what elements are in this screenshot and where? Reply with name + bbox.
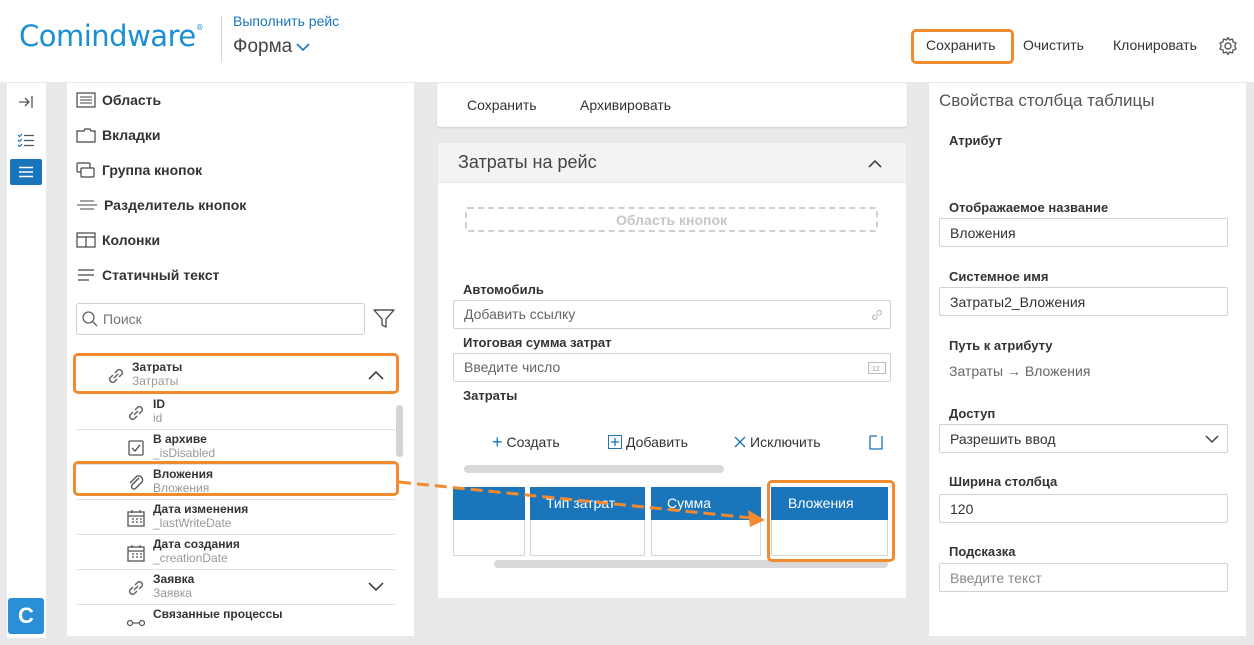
- tree-row[interactable]: ID id: [77, 395, 395, 430]
- svg-text:12: 12: [872, 366, 880, 373]
- checklist-icon[interactable]: [10, 127, 42, 153]
- toolbox-item-separator[interactable]: Разделитель кнопок: [76, 197, 246, 213]
- filter-icon[interactable]: [372, 306, 396, 330]
- form-title: Форма: [233, 36, 293, 57]
- collapse-icon[interactable]: [10, 89, 42, 115]
- number-icon: 12: [868, 362, 886, 374]
- chevron-down-icon: [1205, 435, 1219, 444]
- checkbox-icon: [128, 440, 144, 456]
- chevron-down-icon: [296, 43, 310, 52]
- columns-icon: [76, 232, 96, 248]
- tabs-icon: [76, 128, 96, 143]
- toolbar-scrollbar[interactable]: [464, 465, 724, 473]
- gear-icon[interactable]: [1218, 36, 1238, 56]
- tree-row[interactable]: Заявка Заявка: [77, 570, 395, 605]
- table-column-expense-type[interactable]: Тип затрат: [530, 487, 645, 520]
- attribute-path-label: Путь к атрибуту: [949, 338, 1053, 353]
- section-header[interactable]: Затраты на рейс: [438, 143, 906, 183]
- toolbox-item-tabs[interactable]: Вкладки: [76, 127, 160, 143]
- search-input[interactable]: [103, 311, 353, 327]
- exclude-button[interactable]: Исключить: [734, 434, 821, 450]
- comindware-logo[interactable]: Comindware®: [19, 19, 204, 53]
- tree-row[interactable]: Связанные процессы: [77, 605, 395, 635]
- table-column-amount[interactable]: Сумма: [651, 487, 761, 520]
- toolbox-item-columns[interactable]: Колонки: [76, 232, 160, 248]
- area-icon: [76, 92, 96, 108]
- highlight-attachments-row: [73, 461, 399, 496]
- edit-icon[interactable]: [869, 434, 883, 450]
- column-width-label: Ширина столбца: [949, 474, 1058, 489]
- table-cell: [530, 520, 645, 556]
- text-icon: [78, 269, 94, 281]
- search-icon: [82, 311, 98, 327]
- form-save-button[interactable]: Сохранить: [467, 97, 537, 113]
- header-clear-button[interactable]: Очистить: [1023, 37, 1084, 53]
- search-input-wrapper[interactable]: [76, 303, 365, 335]
- tree-scrollbar[interactable]: [396, 405, 403, 457]
- form-archive-button[interactable]: Архивировать: [580, 97, 671, 113]
- hint-field[interactable]: Введите текст: [939, 563, 1228, 592]
- calendar-icon: [127, 510, 145, 527]
- column-width-field[interactable]: 120: [939, 494, 1228, 523]
- link-icon: [128, 580, 144, 596]
- left-rail: C: [7, 83, 46, 638]
- toolbox-item-button-group[interactable]: Группа кнопок: [76, 162, 202, 178]
- highlight-save: [911, 29, 1014, 64]
- header-clone-button[interactable]: Клонировать: [1113, 37, 1197, 53]
- hint-label: Подсказка: [949, 544, 1016, 559]
- tree-row[interactable]: Дата создания _creationDate: [77, 535, 395, 570]
- highlight-attachments-column: [767, 480, 895, 562]
- access-label: Доступ: [949, 406, 996, 421]
- properties-title: Свойства столбца таблицы: [939, 91, 1155, 110]
- car-link-field[interactable]: Добавить ссылку: [453, 300, 891, 329]
- attribute-path-value: Затраты → Вложения: [949, 363, 1091, 379]
- chevron-down-icon[interactable]: [367, 581, 385, 593]
- toolbox-item-area[interactable]: Область: [76, 92, 161, 108]
- app-breadcrumb-link[interactable]: Выполнить рейс: [233, 13, 339, 29]
- top-header: Comindware® Выполнить рейс Форма Сохрани…: [0, 0, 1254, 82]
- table-label: Затраты: [463, 388, 518, 403]
- add-box-icon: [608, 435, 622, 449]
- create-button[interactable]: + Создать: [492, 432, 560, 452]
- section-title: Затраты на рейс: [458, 152, 597, 172]
- system-name-field[interactable]: Затраты2_Вложения: [939, 287, 1228, 316]
- separator-icon: [77, 200, 97, 210]
- tree-row[interactable]: Дата изменения _lastWriteDate: [77, 500, 395, 535]
- calendar-icon: [127, 545, 145, 562]
- button-area-placeholder[interactable]: Область кнопок: [465, 207, 878, 232]
- column-properties-panel: Свойства столбца таблицы Атрибут Отображ…: [929, 83, 1246, 636]
- system-name-label: Системное имя: [949, 269, 1049, 284]
- header-divider: [221, 16, 222, 62]
- toolbox-item-static-text[interactable]: Статичный текст: [76, 267, 219, 283]
- process-icon: [126, 619, 146, 627]
- tree-row[interactable]: В архиве _isDisabled: [77, 430, 395, 465]
- close-icon: [734, 436, 746, 448]
- list-icon[interactable]: [10, 159, 42, 185]
- field-label-car: Автомобиль: [463, 282, 544, 297]
- total-number-field[interactable]: Введите число 12: [453, 353, 891, 382]
- display-name-label: Отображаемое название: [949, 200, 1109, 215]
- access-select[interactable]: Разрешить ввод: [939, 424, 1228, 453]
- attribute-label: Атрибут: [949, 133, 1003, 148]
- field-label-total: Итоговая сумма затрат: [463, 335, 612, 350]
- table-cell: [651, 520, 761, 556]
- link-icon: [128, 405, 144, 421]
- button-group-icon: [76, 162, 95, 178]
- chevron-up-icon[interactable]: [866, 155, 884, 173]
- plus-icon: +: [492, 432, 503, 452]
- display-name-field[interactable]: Вложения: [939, 218, 1228, 247]
- table-cell: [453, 520, 525, 556]
- app-badge[interactable]: C: [8, 598, 44, 634]
- form-selector[interactable]: Форма: [233, 36, 310, 58]
- link-icon: [871, 309, 883, 321]
- form-toolbar: Сохранить Архивировать: [437, 83, 907, 127]
- add-button[interactable]: Добавить: [608, 434, 688, 450]
- highlight-tree-group: [73, 353, 399, 394]
- table-column-first[interactable]: [453, 487, 525, 520]
